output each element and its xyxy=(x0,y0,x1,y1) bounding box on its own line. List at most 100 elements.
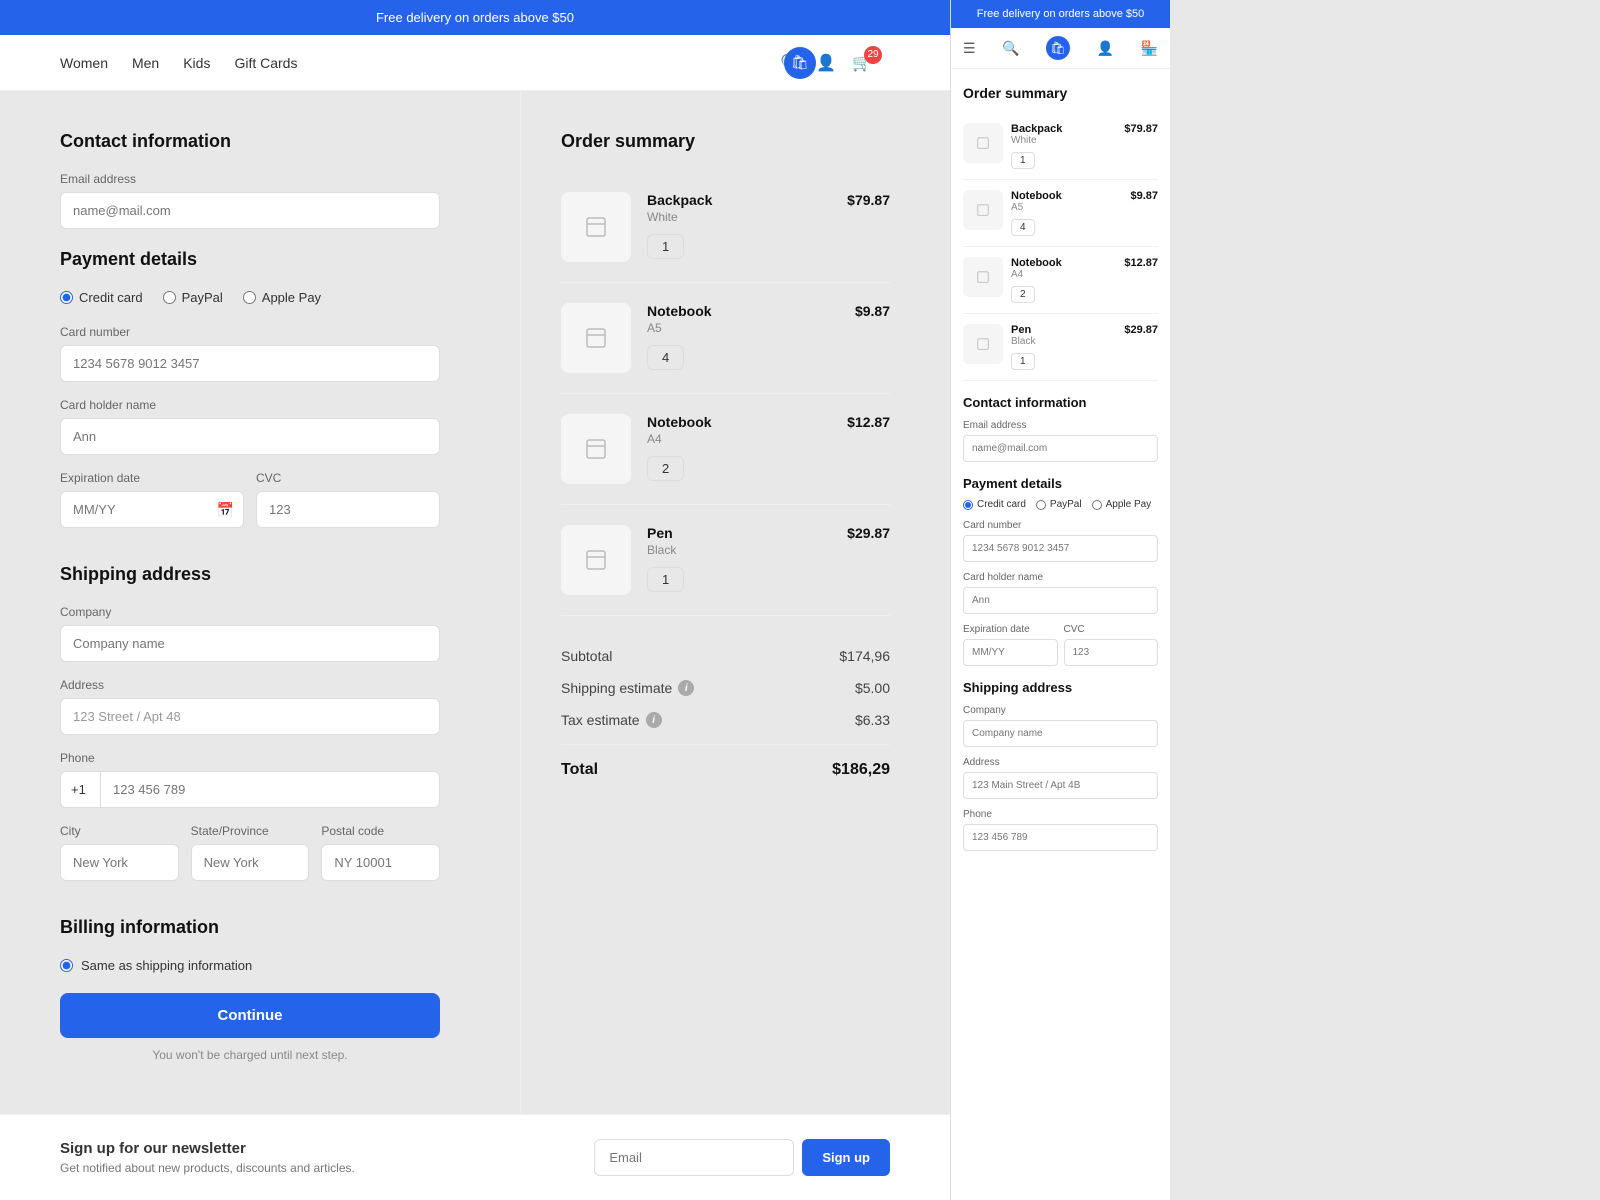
payment-title: Payment details xyxy=(60,249,440,270)
right-cart-icon[interactable]: 🛍 xyxy=(1046,36,1070,60)
state-input[interactable] xyxy=(191,844,310,881)
item-image-3 xyxy=(561,525,631,595)
item-name-1: Notebook xyxy=(647,303,839,319)
continue-button[interactable]: Continue xyxy=(60,993,440,1038)
right-item-price-2: $12.87 xyxy=(1124,257,1158,269)
city-group: City xyxy=(60,824,179,881)
right-apple-pay-option[interactable]: Apple Pay xyxy=(1092,499,1152,510)
item-qty-2: 2 xyxy=(647,456,684,481)
credit-card-radio[interactable] xyxy=(60,291,73,304)
state-group: State/Province xyxy=(191,824,310,881)
right-item-price-3: $29.87 xyxy=(1124,324,1158,336)
right-item-1: Notebook A5 4 $9.87 xyxy=(963,180,1158,247)
right-item-price-1: $9.87 xyxy=(1130,190,1158,202)
newsletter-form: Sign up xyxy=(594,1139,890,1176)
item-details-2: Notebook A4 2 xyxy=(647,414,831,481)
nav-kids[interactable]: Kids xyxy=(183,55,210,71)
card-holder-input[interactable] xyxy=(60,418,440,455)
right-item-img-2 xyxy=(963,257,1003,297)
right-company-label: Company xyxy=(963,705,1158,716)
right-company-input[interactable] xyxy=(963,720,1158,747)
city-input[interactable] xyxy=(60,844,179,881)
right-shipping-title: Shipping address xyxy=(963,680,1158,695)
phone-number-input[interactable] xyxy=(100,771,440,808)
newsletter-section: Sign up for our newsletter Get notified … xyxy=(60,1140,355,1175)
page-wrapper: Free delivery on orders above $50 Women … xyxy=(0,0,1600,1200)
item-name-3: Pen xyxy=(647,525,831,541)
card-number-input[interactable] xyxy=(60,345,440,382)
item-variant-3: Black xyxy=(647,543,831,557)
address-input[interactable] xyxy=(60,698,440,735)
order-item-2: Notebook A4 2 $12.87 xyxy=(561,394,890,505)
nav-men[interactable]: Men xyxy=(132,55,159,71)
cart-button-wrapper[interactable]: 🛒 29 xyxy=(852,53,890,73)
right-menu-icon[interactable]: ☰ xyxy=(963,40,976,57)
right-item-qty-2: 2 xyxy=(1011,286,1035,303)
paypal-label: PayPal xyxy=(182,290,223,305)
right-credit-card-label: Credit card xyxy=(977,499,1026,510)
order-item-0: Backpack White 1 $79.87 xyxy=(561,172,890,283)
nav-center-logo: 🛍 xyxy=(784,47,816,79)
right-credit-card-radio[interactable] xyxy=(963,500,973,510)
nav-gift-cards[interactable]: Gift Cards xyxy=(234,55,297,71)
right-promo-text: Free delivery on orders above $50 xyxy=(977,8,1145,20)
right-phone-input[interactable] xyxy=(963,824,1158,851)
cvc-input[interactable] xyxy=(256,491,440,528)
right-paypal-option[interactable]: PayPal xyxy=(1036,499,1082,510)
company-input[interactable] xyxy=(60,625,440,662)
right-credit-card-option[interactable]: Credit card xyxy=(963,499,1026,510)
newsletter-email-input[interactable] xyxy=(594,1139,794,1176)
right-cvc-input[interactable] xyxy=(1064,639,1159,666)
same-shipping-radio[interactable] xyxy=(60,959,73,972)
nav-links: Women Men Kids Gift Cards xyxy=(60,55,780,71)
address-label: Address xyxy=(60,678,440,692)
right-paypal-radio[interactable] xyxy=(1036,500,1046,510)
order-items-list: Backpack White 1 $79.87 Notebook xyxy=(561,172,890,616)
email-input[interactable] xyxy=(60,192,440,229)
right-item-qty-1: 4 xyxy=(1011,219,1035,236)
right-card-holder-input[interactable] xyxy=(963,587,1158,614)
company-label: Company xyxy=(60,605,440,619)
right-address-input[interactable] xyxy=(963,772,1158,799)
calendar-icon: 📅 xyxy=(217,501,234,518)
right-apple-pay-radio[interactable] xyxy=(1092,500,1102,510)
signup-button[interactable]: Sign up xyxy=(802,1139,890,1176)
credit-card-label: Credit card xyxy=(79,290,143,305)
user-button[interactable]: 👤 xyxy=(816,53,836,73)
same-shipping-option[interactable]: Same as shipping information xyxy=(60,958,440,973)
user-icon: 👤 xyxy=(816,55,836,72)
paypal-radio[interactable] xyxy=(163,291,176,304)
newsletter-title: Sign up for our newsletter xyxy=(60,1140,355,1157)
expiry-cvc-row: Expiration date 📅 CVC xyxy=(60,471,440,544)
right-user-icon[interactable]: 👤 xyxy=(1097,40,1114,57)
right-item-name-1: Notebook xyxy=(1011,190,1122,202)
cvc-group: CVC xyxy=(256,471,440,528)
right-address-label: Address xyxy=(963,757,1158,768)
right-card-number-label: Card number xyxy=(963,520,1158,531)
right-email-input[interactable] xyxy=(963,435,1158,462)
nav-logo-cart[interactable]: 🛍 xyxy=(784,47,816,79)
right-search-icon[interactable]: 🔍 xyxy=(1002,40,1019,57)
apple-pay-radio[interactable] xyxy=(243,291,256,304)
right-store-icon[interactable]: 🏪 xyxy=(1141,40,1158,57)
contact-title: Contact information xyxy=(60,131,440,152)
payment-credit-card[interactable]: Credit card xyxy=(60,290,143,305)
order-summary-title: Order summary xyxy=(561,131,890,152)
right-item-variant-3: Black xyxy=(1011,336,1116,347)
item-price-3: $29.87 xyxy=(847,525,890,541)
shipping-section: Shipping address Company Address Phone +… xyxy=(60,564,440,897)
payment-paypal[interactable]: PayPal xyxy=(163,290,223,305)
right-expiry-input[interactable] xyxy=(963,639,1058,666)
payment-apple-pay[interactable]: Apple Pay xyxy=(243,290,321,305)
right-item-img-0 xyxy=(963,123,1003,163)
right-card-number-input[interactable] xyxy=(963,535,1158,562)
postal-input[interactable] xyxy=(321,844,440,881)
nav-women[interactable]: Women xyxy=(60,55,108,71)
address-group: Address xyxy=(60,678,440,735)
right-items-list: Backpack White 1 $79.87 Notebook A5 4 xyxy=(963,113,1158,381)
main-content: Contact information Email address Paymen… xyxy=(0,91,950,1114)
tax-value: $6.33 xyxy=(855,712,890,728)
shipping-label-wrapper: Shipping estimate i xyxy=(561,680,694,696)
shipping-info-icon: i xyxy=(678,680,694,696)
right-item-details-2: Notebook A4 2 xyxy=(1011,257,1116,303)
